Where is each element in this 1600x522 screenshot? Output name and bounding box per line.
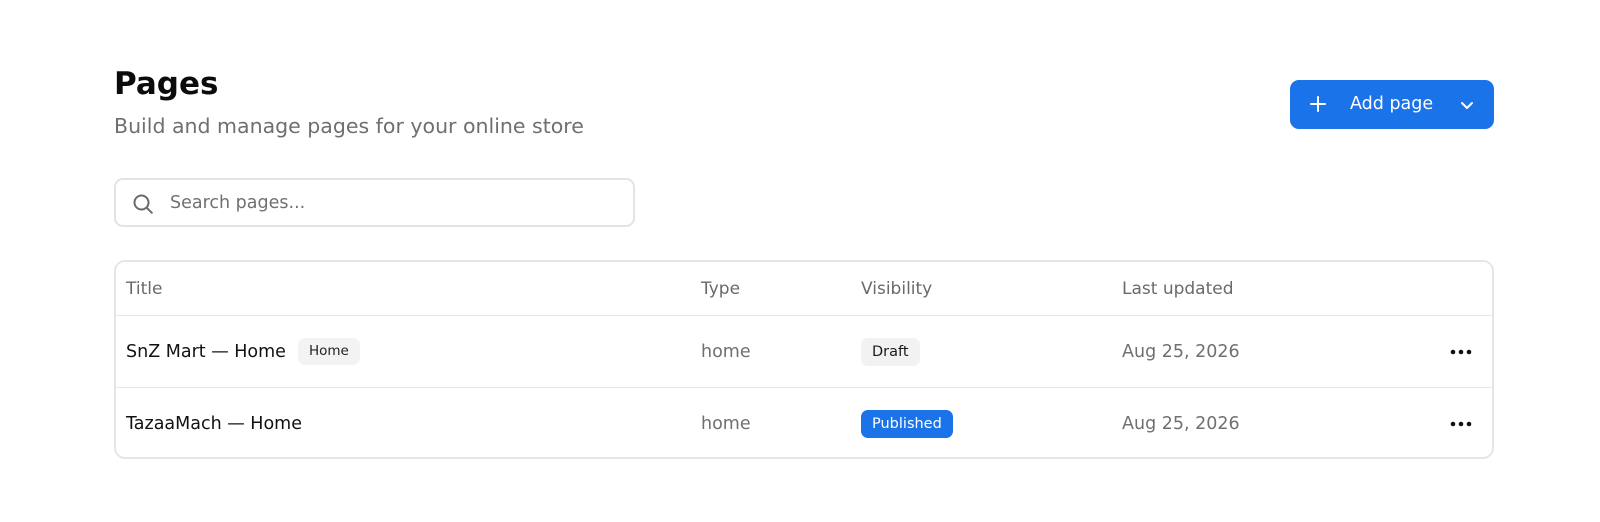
status-badge: Published (861, 409, 953, 438)
row-actions-button[interactable] (1446, 316, 1476, 387)
row-title-cell: SnZ Mart — Home Home (126, 316, 360, 387)
search-input[interactable] (170, 188, 610, 218)
page-title: Pages (114, 66, 219, 102)
plus-icon (1310, 96, 1326, 112)
table-row[interactable]: SnZ Mart — Home Home home Draft Aug 25, … (116, 316, 1492, 388)
row-type: home (701, 413, 751, 434)
chevron-down-icon[interactable] (1458, 96, 1476, 114)
row-visibility-cell: Published (861, 388, 953, 457)
row-visibility-cell: Draft (861, 316, 920, 387)
row-actions-button[interactable] (1446, 388, 1476, 457)
pages-table: Title Type Visibility Last updated SnZ M… (114, 260, 1494, 459)
search-icon (133, 194, 153, 214)
page-subtitle: Build and manage pages for your online s… (114, 114, 584, 138)
column-header-visibility[interactable]: Visibility (861, 262, 932, 315)
page-header: Pages Build and manage pages for your on… (114, 64, 584, 140)
row-last-updated: Aug 25, 2026 (1122, 413, 1240, 434)
column-header-type[interactable]: Type (701, 262, 740, 315)
page-title-link[interactable]: TazaaMach — Home (126, 414, 302, 434)
row-title-cell: TazaaMach — Home (126, 388, 302, 457)
page-title-link[interactable]: SnZ Mart — Home (126, 342, 286, 362)
home-tag: Home (297, 338, 360, 365)
more-horizontal-icon[interactable] (1450, 349, 1472, 355)
row-last-updated: Aug 25, 2026 (1122, 341, 1240, 362)
status-badge: Draft (861, 337, 920, 366)
column-header-title[interactable]: Title (126, 262, 162, 315)
search-box[interactable] (114, 178, 635, 227)
table-row[interactable]: TazaaMach — Home home Published Aug 25, … (116, 388, 1492, 457)
more-horizontal-icon[interactable] (1450, 421, 1472, 427)
table-header-row: Title Type Visibility Last updated (116, 262, 1492, 316)
add-page-label: Add page (1350, 94, 1434, 114)
column-header-last-updated[interactable]: Last updated (1122, 262, 1234, 315)
row-type: home (701, 341, 751, 362)
add-page-button[interactable]: Add page (1290, 80, 1494, 129)
